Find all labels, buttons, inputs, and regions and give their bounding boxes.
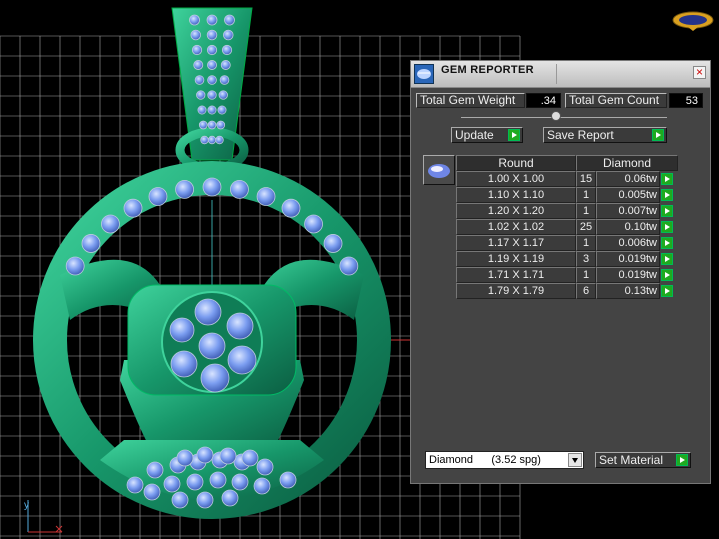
table-cell-count: 1 [576,187,596,203]
gem-reporter-panel: GEM REPORTER × Total Gem Weight .34 Tota… [410,60,711,484]
table-cell-weight: 0.007tw [596,203,660,219]
material-select[interactable]: Diamond (3.52 spg) [425,451,584,469]
table-cell-weight: 0.005tw [596,187,660,203]
gem-reporter-icon [414,64,434,84]
title-bar[interactable]: GEM REPORTER × [411,61,710,88]
play-arrow-icon[interactable] [661,205,673,217]
table-cell-size: 1.79 X 1.79 [456,283,576,299]
table-cell-weight: 0.019tw [596,267,660,283]
table-cell-weight: 0.10tw [596,219,660,235]
table-header-round: Round [456,155,576,171]
material-select-value: Diamond (3.52 spg) [429,454,541,466]
table-cell-size: 1.10 X 1.10 [456,187,576,203]
play-arrow-icon [508,129,520,141]
table-cell-weight: 0.06tw [596,171,660,187]
table-cell-count: 15 [576,171,596,187]
update-button[interactable]: Update [451,127,523,143]
table-cell-size: 1.19 X 1.19 [456,251,576,267]
save-report-button[interactable]: Save Report [543,127,667,143]
set-material-button-label: Set Material [599,453,664,467]
play-arrow-icon[interactable] [661,237,673,249]
table-cell-size: 1.02 X 1.02 [456,219,576,235]
gem-thumbnail[interactable] [423,155,455,185]
play-arrow-icon[interactable] [661,221,673,233]
dropdown-arrow-icon[interactable] [568,453,582,467]
slider-handle[interactable] [551,111,561,121]
table-cell-count: 1 [576,203,596,219]
table-cell-weight: 0.006tw [596,235,660,251]
table-cell-size: 1.20 X 1.20 [456,203,576,219]
table-cell-count: 1 [576,235,596,251]
total-gem-weight-label: Total Gem Weight [416,93,525,108]
slider-track[interactable] [461,117,667,118]
play-arrow-icon[interactable] [661,189,673,201]
set-material-button[interactable]: Set Material [595,452,691,468]
play-arrow-icon [676,454,688,466]
gem-shape-icon [428,164,450,178]
logo-icon [672,11,714,31]
table-cell-size: 1.17 X 1.17 [456,235,576,251]
close-icon[interactable]: × [693,66,706,79]
save-report-button-label: Save Report [547,128,614,142]
table-cell-count: 3 [576,251,596,267]
update-button-label: Update [455,128,494,142]
table-header-diamond: Diamond [576,155,678,171]
panel-title: GEM REPORTER [441,64,534,76]
table-cell-count: 25 [576,219,596,235]
pendant-bail [171,7,253,173]
axis-y-label: y [24,500,29,511]
table-cell-weight: 0.13tw [596,283,660,299]
play-arrow-icon[interactable] [661,269,673,281]
table-cell-weight: 0.019tw [596,251,660,267]
total-gem-count-value: 53 [669,93,703,108]
play-arrow-icon[interactable] [661,253,673,265]
total-gem-count-label: Total Gem Count [565,93,667,108]
table-cell-count: 1 [576,267,596,283]
title-divider [556,64,557,84]
table-cell-size: 1.00 X 1.00 [456,171,576,187]
play-arrow-icon [652,129,664,141]
play-arrow-icon[interactable] [661,173,673,185]
table-cell-count: 6 [576,283,596,299]
play-arrow-icon[interactable] [661,285,673,297]
table-cell-size: 1.71 X 1.71 [456,267,576,283]
total-gem-weight-value: .34 [526,93,561,108]
